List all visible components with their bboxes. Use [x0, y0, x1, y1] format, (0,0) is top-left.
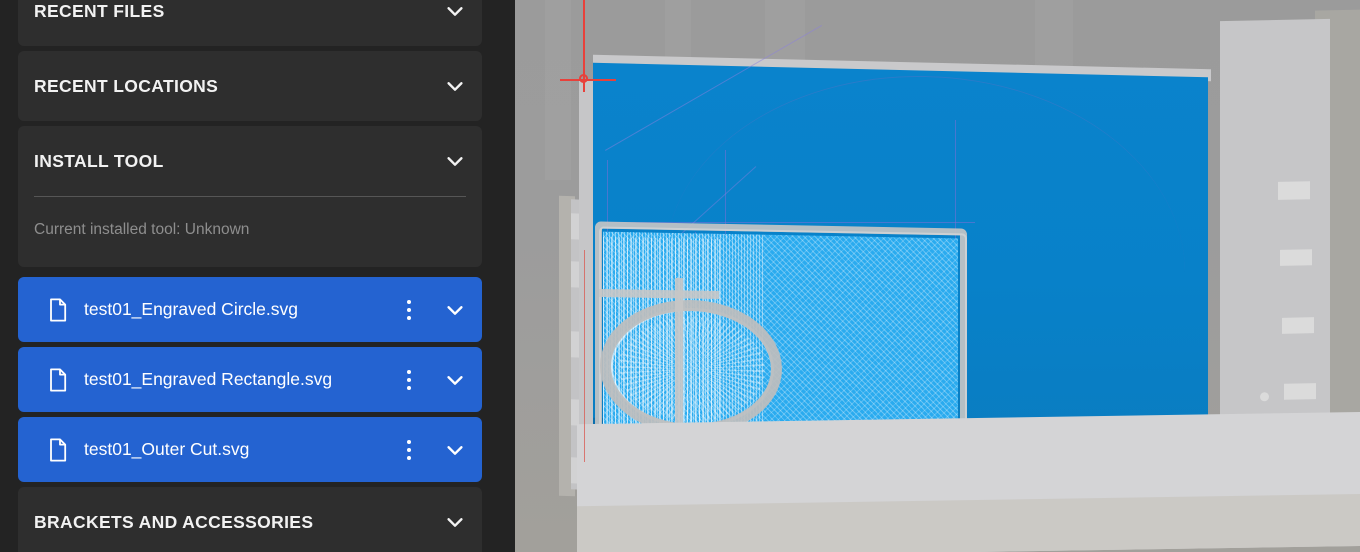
list-item[interactable]: test01_Engraved Circle.svg	[18, 277, 482, 343]
chevron-down-icon[interactable]	[444, 511, 466, 533]
document-icon	[48, 298, 68, 322]
file-name: test01_Engraved Circle.svg	[84, 299, 298, 320]
chevron-down-icon[interactable]	[444, 150, 466, 172]
machine-gantry-rail	[545, 0, 571, 180]
chevron-down-icon[interactable]	[444, 75, 466, 97]
kebab-menu-icon[interactable]	[396, 297, 422, 323]
cnc-app-window: RECENT FILES RECENT LOCATIONS INSTALL TO…	[0, 0, 1360, 552]
origin-axis-line	[584, 250, 585, 462]
chevron-down-icon[interactable]	[444, 299, 466, 321]
panel-body-install-tool: Current installed tool: Unknown	[34, 197, 466, 267]
document-icon	[48, 438, 68, 462]
kebab-menu-icon[interactable]	[396, 437, 422, 463]
list-item[interactable]: test01_Outer Cut.svg	[18, 417, 482, 483]
document-icon	[48, 368, 68, 392]
t-slot-marking	[1284, 383, 1316, 400]
installed-tool-status: Current installed tool: Unknown	[34, 221, 250, 238]
chevron-down-icon[interactable]	[444, 439, 466, 461]
panel-header-brackets[interactable]: BRACKETS AND ACCESSORIES	[34, 487, 466, 552]
panel-recent-locations: RECENT LOCATIONS	[18, 51, 482, 121]
left-sidebar: RECENT FILES RECENT LOCATIONS INSTALL TO…	[0, 0, 515, 552]
origin-crosshair-horizontal	[560, 79, 616, 81]
file-name: test01_Engraved Rectangle.svg	[84, 369, 333, 390]
t-slot-marking	[1282, 317, 1314, 334]
panel-brackets-and-accessories: BRACKETS AND ACCESSORIES Probe a fixturi…	[18, 487, 482, 552]
t-slot-marking	[1278, 181, 1310, 200]
file-list: test01_Engraved Circle.svg test01_Engrav…	[18, 277, 482, 483]
t-slot-marking	[1260, 392, 1269, 402]
panel-install-tool: INSTALL TOOL Current installed tool: Unk…	[18, 126, 482, 268]
chevron-down-icon[interactable]	[444, 0, 466, 22]
panel-recent-files: RECENT FILES	[18, 0, 482, 46]
panel-title-recent-files: RECENT FILES	[34, 0, 165, 21]
panel-header-install-tool[interactable]: INSTALL TOOL	[34, 126, 466, 196]
file-name: test01_Outer Cut.svg	[84, 439, 250, 460]
panel-header-recent-files[interactable]: RECENT FILES	[34, 0, 466, 46]
panel-header-recent-locations[interactable]: RECENT LOCATIONS	[34, 51, 466, 121]
panel-title-recent-locations: RECENT LOCATIONS	[34, 75, 219, 96]
t-slot-marking	[1280, 249, 1312, 266]
chevron-down-icon[interactable]	[444, 369, 466, 391]
panel-stack: RECENT FILES RECENT LOCATIONS INSTALL TO…	[18, 0, 482, 552]
panel-title-install-tool: INSTALL TOOL	[34, 150, 164, 171]
panel-title-brackets: BRACKETS AND ACCESSORIES	[34, 511, 314, 532]
list-item[interactable]: test01_Engraved Rectangle.svg	[18, 347, 482, 413]
origin-crosshair-center	[579, 74, 588, 83]
toolpath-viewport[interactable]	[515, 0, 1360, 552]
kebab-menu-icon[interactable]	[396, 367, 422, 393]
